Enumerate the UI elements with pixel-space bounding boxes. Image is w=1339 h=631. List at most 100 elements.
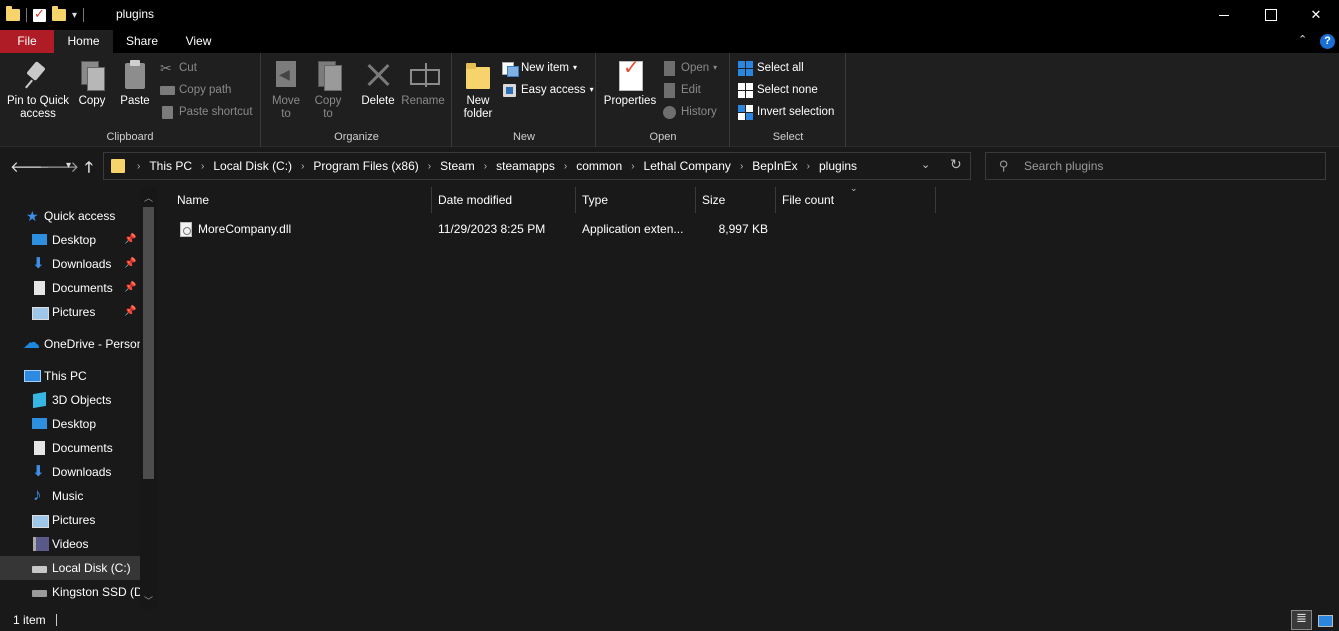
pin-icon bbox=[24, 59, 52, 91]
edit-button[interactable]: Edit bbox=[662, 80, 701, 100]
copy-path-button[interactable]: Copy path bbox=[160, 80, 231, 100]
properties-icon[interactable] bbox=[33, 6, 46, 22]
address-history-chevron-icon[interactable]: ⌄ bbox=[921, 158, 930, 171]
scroll-up-icon[interactable]: ︿ bbox=[144, 191, 153, 204]
breadcrumb-steam[interactable]: Steam bbox=[440, 159, 475, 173]
nav-pc-downloads[interactable]: Downloads bbox=[0, 460, 140, 484]
nav-qa-pictures[interactable]: Pictures 📌 bbox=[0, 300, 140, 324]
chevron-right-icon[interactable]: › bbox=[201, 161, 204, 172]
nav-3d-objects[interactable]: 3D Objects bbox=[0, 388, 140, 412]
open-icon bbox=[662, 60, 677, 76]
nav-qa-desktop[interactable]: Desktop 📌 bbox=[0, 228, 140, 252]
select-all-button[interactable]: Select all bbox=[738, 58, 804, 78]
nav-videos[interactable]: Videos bbox=[0, 532, 140, 556]
search-input[interactable] bbox=[1024, 157, 1314, 175]
breadcrumb-steamapps[interactable]: steamapps bbox=[496, 159, 555, 173]
column-header-date-modified[interactable]: Date modified bbox=[432, 187, 576, 213]
pin-to-quick-access-label: Pin to Quick access bbox=[7, 95, 69, 120]
breadcrumb-local-disk[interactable]: Local Disk (C:) bbox=[213, 159, 292, 173]
tab-file[interactable]: File bbox=[0, 30, 54, 53]
nav-pc-pictures[interactable]: Pictures bbox=[0, 508, 140, 532]
divider bbox=[83, 8, 85, 22]
rename-button[interactable]: Rename bbox=[400, 59, 446, 108]
collapse-ribbon-chevron-icon[interactable]: ⌃ bbox=[1298, 33, 1307, 46]
properties-button[interactable]: Properties bbox=[602, 59, 658, 108]
move-to-button[interactable]: Move to bbox=[268, 59, 304, 121]
breadcrumb-program-files[interactable]: Program Files (x86) bbox=[313, 159, 418, 173]
scroll-down-icon[interactable]: ﹀ bbox=[144, 594, 153, 607]
maximize-button[interactable] bbox=[1247, 0, 1293, 30]
tab-home[interactable]: Home bbox=[54, 30, 113, 53]
details-view-icon[interactable] bbox=[1291, 610, 1312, 630]
pin-to-quick-access-button[interactable]: Pin to Quick access bbox=[4, 59, 72, 121]
paste-label: Paste bbox=[120, 95, 150, 107]
chevron-right-icon[interactable]: › bbox=[428, 161, 431, 172]
open-label: Open bbox=[681, 62, 710, 74]
forward-arrow-icon[interactable]: 🡒 bbox=[39, 157, 79, 176]
clipboard-group: Pin to Quick access Copy Paste Cut Copy … bbox=[0, 53, 261, 147]
help-icon[interactable]: ? bbox=[1320, 34, 1335, 49]
scrollbar-thumb[interactable] bbox=[143, 207, 154, 479]
large-icons-view-icon[interactable] bbox=[1316, 611, 1334, 629]
minimize-button[interactable] bbox=[1201, 0, 1247, 30]
pin-icon: 📌 bbox=[124, 258, 137, 269]
column-header-name[interactable]: Name bbox=[171, 187, 432, 213]
breadcrumb-common[interactable]: common bbox=[576, 159, 622, 173]
table-row[interactable]: MoreCompany.dll 11/29/2023 8:25 PM Appli… bbox=[172, 217, 772, 241]
nav-this-pc[interactable]: This PC bbox=[0, 364, 140, 388]
copy-button[interactable]: Copy bbox=[76, 59, 108, 108]
chevron-right-icon[interactable]: › bbox=[807, 161, 810, 172]
easy-access-button[interactable]: Easy access ▾ bbox=[502, 80, 594, 100]
close-button[interactable]: ✕ bbox=[1293, 0, 1339, 30]
navigation-pane-scrollbar[interactable]: ︿ ﹀ bbox=[140, 187, 157, 609]
new-item-button[interactable]: New item ▾ bbox=[502, 58, 577, 78]
cut-button[interactable]: Cut bbox=[160, 58, 197, 78]
new-folder-button[interactable]: New folder bbox=[459, 59, 497, 121]
breadcrumb-lethal-company[interactable]: Lethal Company bbox=[644, 159, 731, 173]
chevron-right-icon[interactable]: › bbox=[564, 161, 567, 172]
paste-button[interactable]: Paste bbox=[118, 59, 152, 108]
nav-pc-downloads-label: Downloads bbox=[52, 465, 112, 479]
breadcrumb-this-pc[interactable]: This PC bbox=[149, 159, 192, 173]
address-bar[interactable]: › This PC › Local Disk (C:) › Program Fi… bbox=[103, 152, 971, 180]
chevron-right-icon[interactable]: › bbox=[137, 161, 140, 172]
breadcrumb-bepinex[interactable]: BepInEx bbox=[752, 159, 797, 173]
easy-access-label: Easy access bbox=[521, 84, 586, 96]
copy-to-button[interactable]: Copy to bbox=[310, 59, 346, 121]
select-none-button[interactable]: Select none bbox=[738, 80, 818, 100]
history-button[interactable]: History bbox=[662, 102, 717, 122]
new-folder-icon[interactable] bbox=[52, 6, 66, 21]
delete-button[interactable]: Delete bbox=[358, 59, 398, 108]
open-button[interactable]: Open ▾ bbox=[662, 58, 717, 78]
nav-local-disk-c[interactable]: Local Disk (C:) bbox=[0, 556, 140, 580]
dll-file-icon bbox=[180, 222, 192, 237]
tab-share[interactable]: Share bbox=[113, 30, 171, 53]
nav-pc-documents[interactable]: Documents bbox=[0, 436, 140, 460]
nav-music[interactable]: Music bbox=[0, 484, 140, 508]
breadcrumb-plugins[interactable]: plugins bbox=[819, 159, 857, 173]
customize-toolbar-chevron-icon[interactable]: ▾ bbox=[72, 10, 77, 21]
navigation-bar: 🡐 🡒 ▾ 🡑 › This PC › Local Disk (C:) › Pr… bbox=[0, 147, 1339, 187]
nav-pc-desktop[interactable]: Desktop bbox=[0, 412, 140, 436]
invert-selection-label: Invert selection bbox=[757, 106, 835, 118]
search-box[interactable]: ⚲ bbox=[985, 152, 1326, 180]
chevron-right-icon[interactable]: › bbox=[740, 161, 743, 172]
tab-view[interactable]: View bbox=[171, 30, 226, 53]
recent-locations-chevron-icon[interactable]: ▾ bbox=[66, 160, 71, 171]
nav-qa-documents[interactable]: Documents 📌 bbox=[0, 276, 140, 300]
chevron-right-icon[interactable]: › bbox=[631, 161, 634, 172]
nav-qa-downloads[interactable]: Downloads 📌 bbox=[0, 252, 140, 276]
refresh-icon[interactable]: ↻ bbox=[950, 156, 962, 173]
chevron-right-icon[interactable]: › bbox=[301, 161, 304, 172]
paste-shortcut-button[interactable]: Paste shortcut bbox=[160, 102, 253, 122]
new-folder-icon bbox=[464, 59, 492, 91]
column-header-type[interactable]: Type bbox=[576, 187, 696, 213]
nav-quick-access[interactable]: Quick access bbox=[0, 204, 140, 228]
downloads-icon bbox=[32, 460, 47, 484]
nav-onedrive[interactable]: OneDrive - Person bbox=[0, 332, 140, 356]
chevron-right-icon[interactable]: › bbox=[484, 161, 487, 172]
up-arrow-icon[interactable]: 🡑 bbox=[85, 157, 93, 182]
invert-selection-button[interactable]: Invert selection bbox=[738, 102, 834, 122]
nav-kingston-ssd[interactable]: Kingston SSD (D: bbox=[0, 580, 140, 604]
column-header-size[interactable]: Size bbox=[696, 187, 776, 213]
